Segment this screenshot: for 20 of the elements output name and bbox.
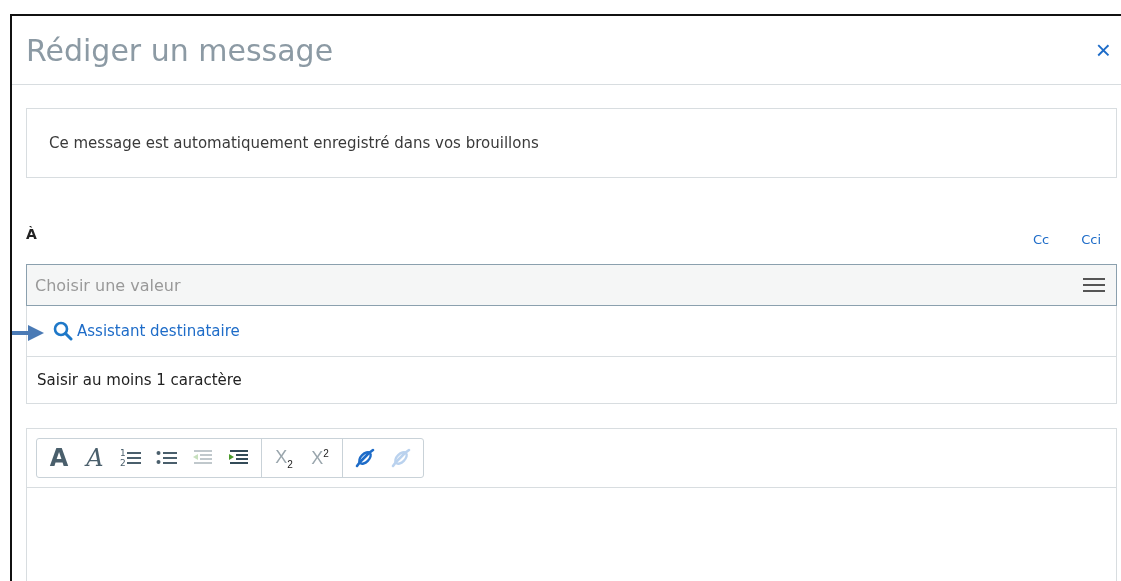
- outdent-icon: [192, 449, 214, 467]
- hint-text: Saisir au moins 1 caractère: [37, 371, 242, 389]
- search-icon: [53, 321, 73, 341]
- indent-icon: [228, 449, 250, 467]
- unlink-icon: [390, 447, 412, 469]
- dialog-title: Rédiger un message: [26, 32, 334, 68]
- link-icon: [354, 447, 376, 469]
- recipient-link[interactable]: Cci: [1081, 232, 1101, 247]
- bullet-list-icon: [156, 449, 178, 467]
- arrow-icon: [12, 323, 46, 343]
- close-button[interactable]: ×: [1091, 37, 1115, 63]
- recipient-link[interactable]: Cc: [1032, 232, 1050, 247]
- recipient-field[interactable]: Choisir une valeur: [26, 264, 1117, 306]
- bold-button[interactable]: A: [41, 440, 77, 476]
- italic-button[interactable]: A: [77, 440, 113, 476]
- menu-icon[interactable]: [1083, 277, 1105, 293]
- notice-text: Ce message est automatiquement enregistré dans vos brouillons: [49, 134, 539, 152]
- to-label: À: [26, 226, 37, 242]
- assistant-link[interactable]: Assistant destinataire: [53, 321, 240, 341]
- ordered-list-button[interactable]: 1 2: [113, 440, 149, 476]
